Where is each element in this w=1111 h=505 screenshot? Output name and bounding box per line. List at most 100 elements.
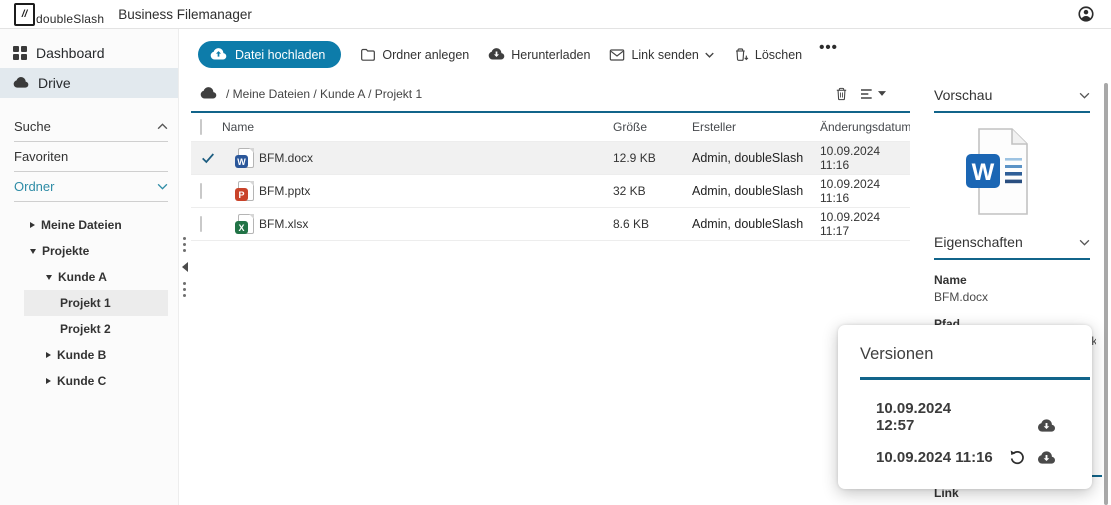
- section-label: Favoriten: [14, 149, 69, 164]
- view-sort-button[interactable]: [859, 87, 886, 101]
- tree-item-label: Projekte: [42, 244, 90, 258]
- more-actions-button[interactable]: •••: [819, 40, 838, 55]
- download-button[interactable]: Herunterladen: [488, 46, 590, 63]
- tree-item-projekte[interactable]: Projekte: [0, 238, 178, 264]
- tree-item-projekt-1[interactable]: Projekt 1: [24, 290, 168, 316]
- expander-expanded-icon[interactable]: [30, 248, 36, 254]
- tree-item-meine-dateien[interactable]: Meine Dateien: [0, 212, 178, 238]
- tree-item-label: Meine Dateien: [41, 218, 122, 232]
- version-timestamp: 10.09.2024 11:16: [876, 448, 993, 466]
- main-content: Datei hochladen Ordner anlegen Herunterl…: [191, 29, 911, 505]
- drag-handle-dots-icon: [183, 237, 186, 252]
- expander-collapsed-icon[interactable]: [46, 378, 51, 384]
- cloud-icon: [13, 75, 29, 91]
- sidebar-item-label: Dashboard: [36, 45, 105, 61]
- section-label: Suche: [14, 119, 51, 134]
- sidebar-section-favoriten[interactable]: Favoriten: [14, 142, 168, 172]
- user-account-icon: [1078, 6, 1094, 22]
- file-creator: Admin, doubleSlash: [692, 184, 804, 198]
- table-row-bfm-docx[interactable]: W BFM.docx 12.9 KB Admin, doubleSlash 10…: [191, 142, 910, 175]
- sidebar-section-suche[interactable]: Suche: [14, 112, 168, 142]
- tree-item-kunde-b[interactable]: Kunde B: [0, 342, 178, 368]
- delete-label: Löschen: [754, 47, 803, 62]
- folder-icon: [361, 48, 376, 61]
- collapse-sidebar-arrow-icon[interactable]: [181, 262, 188, 272]
- breadcrumb-row: / Meine Dateien / Kunde A / Projekt 1: [200, 85, 910, 102]
- create-folder-label: Ordner anlegen: [382, 47, 470, 62]
- versions-popup: Versionen 10.09.2024 12:57 10.09.2024 11…: [838, 325, 1092, 489]
- user-account-button[interactable]: [1077, 5, 1095, 23]
- tree-item-label: Projekt 2: [60, 322, 111, 336]
- chevron-up-icon: [157, 123, 168, 130]
- cloud-download-icon: [488, 48, 505, 60]
- doubleslash-logo[interactable]: // doubleSlash: [14, 2, 105, 26]
- section-label: Ordner: [14, 179, 55, 194]
- toolbar: Datei hochladen Ordner anlegen Herunterl…: [198, 40, 910, 68]
- row-checkbox[interactable]: [200, 216, 202, 232]
- cloud-root-icon[interactable]: [200, 85, 217, 102]
- sidebar-splitter[interactable]: [178, 29, 191, 505]
- sidebar-item-label: Drive: [38, 75, 71, 91]
- table-row-bfm-pptx[interactable]: P BFM.pptx 32 KB Admin, doubleSlash 10.0…: [191, 175, 910, 208]
- logo-text: doubleSlash: [36, 11, 105, 26]
- tree-item-kunde-a[interactable]: Kunde A: [0, 264, 178, 290]
- column-header-name[interactable]: Name: [222, 120, 613, 134]
- properties-section-header[interactable]: Eigenschaften: [934, 234, 1090, 250]
- excel-file-icon: X: [235, 214, 255, 234]
- trash-icon: [836, 87, 847, 100]
- file-size: 32 KB: [613, 184, 646, 198]
- file-name: BFM.docx: [259, 151, 314, 165]
- tree-item-kunde-c[interactable]: Kunde C: [0, 368, 178, 394]
- restore-icon: [1010, 450, 1024, 465]
- chevron-down-icon: [1079, 239, 1090, 246]
- delete-button[interactable]: Löschen: [733, 47, 802, 63]
- vertical-scrollbar[interactable]: [1104, 83, 1108, 505]
- version-actions: [1008, 448, 1056, 466]
- upload-file-label: Datei hochladen: [235, 47, 326, 62]
- table-row-bfm-xlsx[interactable]: X BFM.xlsx 8.6 KB Admin, doubleSlash 10.…: [191, 208, 910, 241]
- tree-item-label: Projekt 1: [60, 296, 111, 310]
- file-creator: Admin, doubleSlash: [692, 217, 804, 231]
- sidebar: Dashboard Drive Suche Favoriten Ordner M…: [0, 29, 179, 505]
- trash-view-button[interactable]: [834, 86, 849, 102]
- top-bar: // doubleSlash Business Filemanager: [0, 0, 1111, 29]
- version-row-previous: 10.09.2024 11:16: [876, 448, 1056, 466]
- word-document-preview-icon: W: [966, 128, 1028, 215]
- select-all-checkbox[interactable]: [200, 119, 202, 135]
- file-creator: Admin, doubleSlash: [692, 151, 804, 165]
- restore-version-button[interactable]: [1008, 448, 1026, 466]
- file-name: BFM.xlsx: [259, 217, 309, 231]
- versions-popup-title: Versionen: [860, 345, 934, 363]
- create-folder-button[interactable]: Ordner anlegen: [360, 47, 469, 62]
- chevron-down-icon: [705, 52, 714, 58]
- row-checkbox[interactable]: [200, 183, 202, 199]
- trash-delete-icon: [735, 47, 749, 61]
- expander-expanded-icon[interactable]: [46, 274, 52, 280]
- column-header-size[interactable]: Größe: [613, 120, 692, 134]
- breadcrumb-actions: [834, 86, 886, 102]
- download-version-button[interactable]: [1037, 449, 1056, 466]
- file-modified: 10.09.2024 11:16: [820, 177, 881, 205]
- more-dots-icon: •••: [819, 39, 838, 56]
- download-version-button[interactable]: [1037, 417, 1056, 434]
- sidebar-item-drive[interactable]: Drive: [0, 68, 178, 98]
- section-divider: [934, 258, 1090, 260]
- column-header-modified[interactable]: Änderungsdatum: [820, 120, 911, 134]
- expander-collapsed-icon[interactable]: [46, 352, 51, 358]
- breadcrumb[interactable]: / Meine Dateien / Kunde A / Projekt 1: [226, 87, 422, 101]
- sidebar-item-dashboard[interactable]: Dashboard: [0, 38, 178, 68]
- expander-collapsed-icon[interactable]: [30, 222, 35, 228]
- sidebar-section-ordner[interactable]: Ordner: [14, 172, 168, 202]
- tree-item-projekt-2[interactable]: Projekt 2: [0, 316, 178, 342]
- section-divider: [934, 111, 1090, 113]
- tree-item-label: Kunde B: [57, 348, 107, 362]
- file-size: 8.6 KB: [613, 217, 650, 231]
- properties-title: Eigenschaften: [934, 234, 1023, 250]
- upload-file-button[interactable]: Datei hochladen: [198, 41, 342, 68]
- preview-section-header[interactable]: Vorschau: [934, 87, 1090, 103]
- column-header-creator[interactable]: Ersteller: [692, 120, 820, 134]
- version-timestamp: 10.09.2024 12:57: [876, 400, 952, 434]
- send-link-button[interactable]: Link senden: [609, 48, 714, 62]
- checkbox-checked-icon[interactable]: [200, 151, 216, 165]
- logo-slashes-icon: //: [14, 2, 35, 26]
